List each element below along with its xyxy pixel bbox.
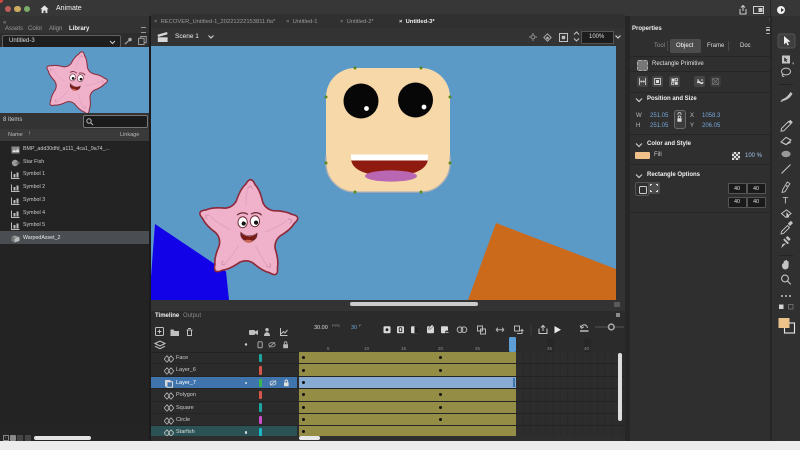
- svg-text:T: T: [783, 196, 789, 207]
